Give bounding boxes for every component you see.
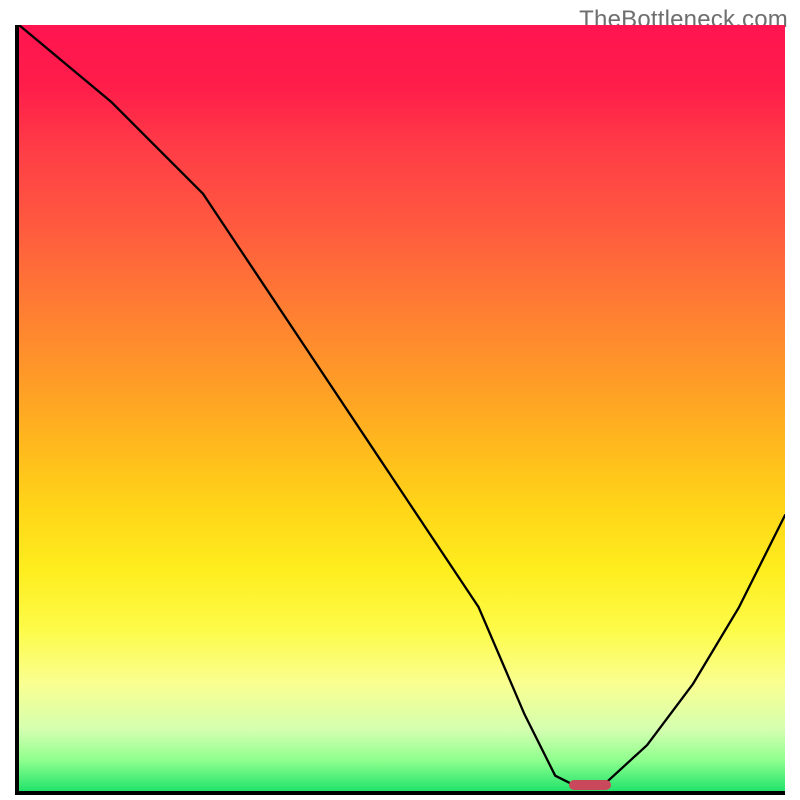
plot-area [15,25,785,795]
optimal-marker [569,780,611,791]
curve-path [19,25,785,787]
chart-container: TheBottleneck.com [0,0,800,800]
bottleneck-curve [19,25,785,791]
